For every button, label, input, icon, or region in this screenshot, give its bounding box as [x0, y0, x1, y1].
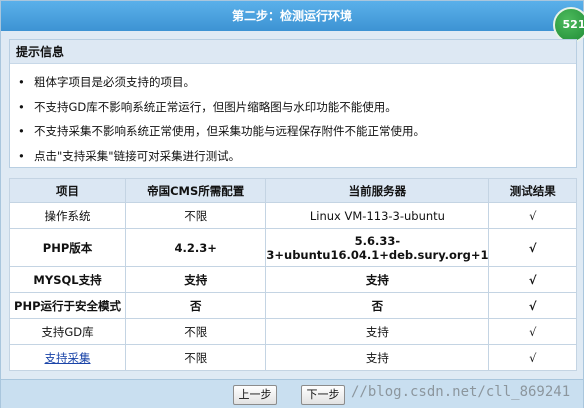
cell-required: 支持: [125, 266, 267, 293]
cell-result: √: [488, 344, 577, 371]
column-header-required: 帝国CMS所需配置: [125, 178, 267, 203]
table-row: 支持采集 不限 支持 √: [8, 344, 577, 371]
counter-badge: 521: [553, 7, 584, 43]
cell-current: 支持: [265, 344, 490, 371]
tips-heading: 提示信息: [10, 40, 576, 64]
cell-item: MYSQL支持: [8, 266, 127, 293]
table-row: 操作系统 不限 Linux VM-113-3-ubuntu √: [8, 202, 577, 229]
cell-required: 不限: [125, 318, 267, 345]
next-step-button[interactable]: 下一步: [301, 385, 345, 405]
cell-result: √: [488, 202, 577, 229]
tip-item: • 点击"支持采集"链接可对采集进行测试。: [18, 144, 576, 169]
bullet-icon: •: [18, 148, 25, 163]
table-row: MYSQL支持 支持 支持 √: [8, 266, 577, 293]
table-header-row: 项目 帝国CMS所需配置 当前服务器 测试结果: [8, 178, 577, 203]
tip-text: 点击"支持采集"链接可对采集进行测试。: [34, 148, 241, 163]
cell-result: √: [488, 266, 577, 293]
tip-text: 不支持GD库不影响系统正常运行，但图片缩略图与水印功能不能使用。: [34, 99, 397, 114]
bullet-icon: •: [18, 124, 25, 138]
tip-text: 粗体字项目是必须支持的项目。: [34, 75, 195, 89]
button-bar: 上一步 下一步 //blog.csdn.net/cll_869241: [1, 379, 583, 408]
window-title-text: 第二步：检测运行环境: [231, 9, 352, 23]
cell-required: 否: [125, 292, 267, 319]
previous-step-button[interactable]: 上一步: [233, 385, 277, 405]
tip-item: • 不支持采集不影响系统正常使用，但采集功能与远程保存附件不能正常使用。: [18, 119, 576, 144]
cell-current: 支持: [265, 318, 490, 345]
environment-table: 项目 帝国CMS所需配置 当前服务器 测试结果 操作系统 不限 Linux VM…: [8, 178, 577, 371]
cell-item: 支持采集: [8, 344, 127, 371]
table-row: PHP版本 4.2.3+ 5.6.33-3+ubuntu16.04.1+deb.…: [8, 228, 577, 267]
cell-item: PHP版本: [8, 228, 127, 267]
cell-item: 支持GD库: [8, 318, 127, 345]
window-title: 第二步：检测运行环境 521: [1, 1, 584, 43]
installer-window: 第二步：检测运行环境 521 提示信息 • 粗体字项目是必须支持的项目。 • 不支持…: [0, 0, 584, 408]
table-row: 支持GD库 不限 支持 √: [8, 318, 577, 345]
tip-text: 不支持采集不影响系统正常使用，但采集功能与远程保存附件不能正常使用。: [34, 124, 425, 138]
tips-panel: 提示信息 • 粗体字项目是必须支持的项目。 • 不支持GD库不影响系统正常运行，但图…: [9, 39, 577, 168]
cell-current: 5.6.33-3+ubuntu16.04.1+deb.sury.org+1: [265, 228, 490, 267]
collect-test-link[interactable]: 支持采集: [45, 351, 91, 365]
cell-required: 4.2.3+: [125, 228, 267, 267]
tips-list: • 粗体字项目是必须支持的项目。 • 不支持GD库不影响系统正常运行，但图片缩略图与…: [10, 64, 576, 168]
column-header-item: 项目: [8, 178, 127, 203]
table-row: PHP运行于安全模式 否 否 √: [8, 292, 577, 319]
column-header-result: 测试结果: [488, 178, 577, 203]
bullet-icon: •: [18, 75, 25, 89]
cell-current: Linux VM-113-3-ubuntu: [265, 202, 490, 229]
tip-item: • 不支持GD库不影响系统正常运行，但图片缩略图与水印功能不能使用。: [18, 95, 576, 120]
cell-result: √: [488, 228, 577, 267]
column-header-current: 当前服务器: [265, 178, 490, 203]
cell-result: √: [488, 292, 577, 319]
cell-item: PHP运行于安全模式: [8, 292, 127, 319]
tip-item: • 粗体字项目是必须支持的项目。: [18, 70, 576, 95]
cell-required: 不限: [125, 344, 267, 371]
cell-current: 否: [265, 292, 490, 319]
watermark: //blog.csdn.net/cll_869241: [351, 384, 571, 400]
cell-required: 不限: [125, 202, 267, 229]
cell-item: 操作系统: [8, 202, 127, 229]
cell-result: √: [488, 318, 577, 345]
bullet-icon: •: [18, 99, 25, 114]
cell-current: 支持: [265, 266, 490, 293]
